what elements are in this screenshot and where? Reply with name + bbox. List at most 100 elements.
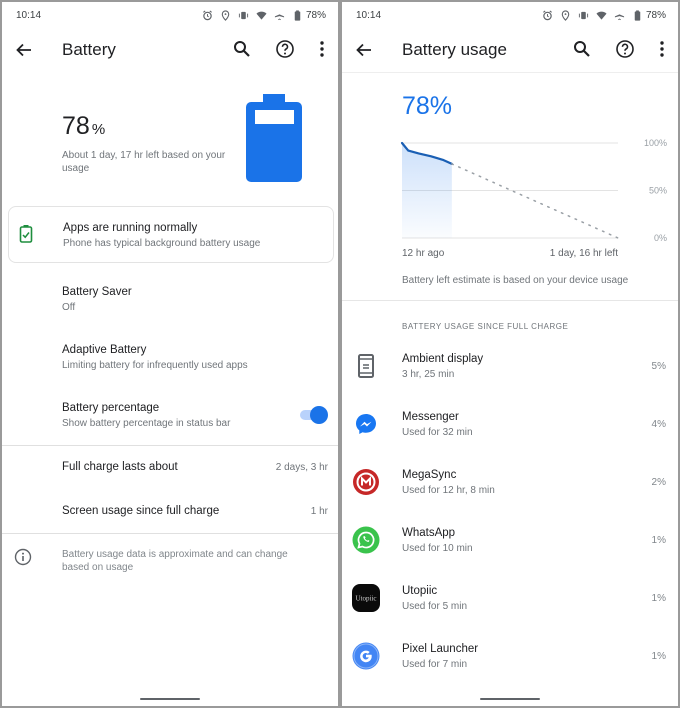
pixel-launcher-icon bbox=[352, 642, 380, 670]
section-header: BATTERY USAGE SINCE FULL CHARGE bbox=[402, 322, 569, 331]
app-usage-row[interactable]: MegaSync Used for 12 hr, 8 min 2% bbox=[342, 456, 678, 514]
location-icon bbox=[221, 9, 230, 21]
toggle-knob bbox=[310, 406, 328, 424]
more-options-icon[interactable] bbox=[312, 39, 332, 59]
app-usage-percent: 1% bbox=[651, 593, 666, 604]
help-icon[interactable] bbox=[615, 39, 635, 59]
battery-level-unit: % bbox=[91, 121, 106, 138]
y-tick-label: 100% bbox=[644, 138, 667, 148]
app-usage-row[interactable]: Pixel Launcher Used for 7 min 1% bbox=[342, 630, 678, 688]
status-bar: 10:14 78% bbox=[2, 2, 338, 28]
app-usage-detail: Used for 7 min bbox=[402, 659, 468, 670]
app-usage-row[interactable]: Utopiic Utopiic Used for 5 min 1% bbox=[342, 572, 678, 630]
y-tick-label: 50% bbox=[649, 186, 667, 196]
x-tick-label: 1 day, 16 hr left bbox=[550, 248, 618, 259]
history-area bbox=[402, 143, 452, 238]
app-name: Pixel Launcher bbox=[402, 643, 479, 655]
app-usage-row[interactable]: Messenger Used for 32 min 4% bbox=[342, 398, 678, 456]
airplane-icon bbox=[274, 10, 285, 20]
stat-value: 1 hr bbox=[310, 506, 328, 517]
battery-chart-section: 78% 100% 50% 0% 12 hr ago 1 day, 16 hr left … bbox=[342, 72, 678, 300]
stat-label: Full charge lasts about bbox=[62, 461, 178, 473]
setting-subtitle: Off bbox=[62, 302, 76, 313]
back-arrow-icon[interactable] bbox=[354, 40, 374, 60]
battery-icon bbox=[634, 9, 641, 21]
app-usage-row[interactable]: WhatsApp Used for 10 min 1% bbox=[342, 514, 678, 572]
battery-screen: 10:14 78% Battery 78% About 1 day, 17 hr… bbox=[2, 2, 338, 706]
app-name: Ambient display bbox=[402, 353, 484, 365]
chart-note: Battery left estimate is based on your d… bbox=[402, 275, 629, 286]
stat-label: Screen usage since full charge bbox=[62, 505, 220, 517]
battery-check-icon bbox=[19, 225, 33, 243]
location-icon bbox=[561, 9, 570, 21]
page-title: Battery bbox=[62, 40, 116, 59]
app-usage-detail: Used for 12 hr, 8 min bbox=[402, 485, 495, 496]
battery-level-chart: 100% 50% 0% 12 hr ago 1 day, 16 hr left bbox=[400, 138, 667, 259]
app-usage-percent: 2% bbox=[651, 477, 666, 488]
gesture-nav-bar[interactable] bbox=[140, 698, 200, 700]
large-battery-icon bbox=[246, 94, 302, 182]
battery-icon bbox=[294, 9, 301, 21]
app-bar: Battery usage bbox=[342, 28, 678, 72]
alarm-icon bbox=[203, 10, 212, 20]
app-usage-percent: 1% bbox=[651, 651, 666, 662]
projection-line bbox=[451, 163, 619, 239]
page-title: Battery usage bbox=[402, 40, 507, 59]
ambient-display-icon bbox=[358, 354, 374, 378]
apps-status-card[interactable]: Apps are running normally Phone has typi… bbox=[8, 206, 334, 263]
y-tick-label: 0% bbox=[654, 233, 667, 243]
stat-value: 2 days, 3 hr bbox=[275, 462, 328, 473]
app-usage-percent: 4% bbox=[651, 419, 666, 430]
x-tick-label: 12 hr ago bbox=[402, 248, 445, 259]
battery-estimate: About 1 day, 17 hr left based on your us… bbox=[62, 150, 226, 174]
battery-summary: 78% About 1 day, 17 hr left based on you… bbox=[2, 72, 338, 207]
gesture-nav-bar[interactable] bbox=[480, 698, 540, 700]
setting-title: Adaptive Battery bbox=[62, 344, 147, 356]
search-icon[interactable] bbox=[572, 39, 592, 59]
setting-subtitle: Show battery percentage in status bar bbox=[62, 418, 231, 429]
app-usage-detail: Used for 32 min bbox=[402, 427, 473, 438]
status-battery-percent: 78% bbox=[305, 9, 326, 21]
vibrate-icon bbox=[238, 11, 249, 19]
divider bbox=[342, 300, 678, 301]
search-icon[interactable] bbox=[232, 39, 252, 59]
help-icon[interactable] bbox=[275, 39, 295, 59]
setting-battery-percentage[interactable]: Battery percentage Show battery percenta… bbox=[2, 396, 338, 440]
alarm-icon bbox=[543, 10, 552, 20]
setting-adaptive-battery[interactable]: Adaptive Battery Limiting battery for in… bbox=[2, 338, 338, 382]
back-arrow-icon[interactable] bbox=[14, 40, 34, 60]
divider bbox=[2, 445, 338, 446]
battery-percentage-toggle[interactable] bbox=[300, 406, 328, 424]
svg-text:Utopiic: Utopiic bbox=[356, 595, 377, 603]
status-time: 10:14 bbox=[16, 9, 42, 21]
megasync-icon bbox=[353, 469, 379, 495]
app-name: MegaSync bbox=[402, 469, 457, 481]
app-usage-percent: 5% bbox=[651, 361, 666, 372]
stat-full-charge: Full charge lasts about 2 days, 3 hr bbox=[2, 454, 338, 484]
battery-level: 78% bbox=[62, 112, 105, 141]
more-options-icon[interactable] bbox=[652, 39, 672, 59]
app-name: Utopiic bbox=[402, 585, 438, 597]
whatsapp-icon bbox=[352, 526, 380, 554]
wifi-icon bbox=[596, 11, 607, 20]
battery-usage-screen: 10:14 78% Battery usage 78% 100% 50% 0% … bbox=[342, 2, 678, 706]
app-name: WhatsApp bbox=[402, 527, 456, 539]
vibrate-icon bbox=[578, 11, 589, 19]
wifi-icon bbox=[256, 11, 267, 20]
info-text: Battery usage data is approximate and ca… bbox=[62, 549, 288, 573]
app-usage-percent: 1% bbox=[651, 535, 666, 546]
status-battery-percent: 78% bbox=[645, 9, 666, 21]
messenger-icon bbox=[356, 414, 376, 434]
battery-level-value: 78 bbox=[62, 112, 90, 140]
airplane-icon bbox=[614, 10, 625, 20]
status-bar: 10:14 78% bbox=[342, 2, 678, 28]
app-usage-detail: 3 hr, 25 min bbox=[402, 369, 455, 380]
setting-title: Battery Saver bbox=[62, 286, 132, 298]
app-bar: Battery bbox=[2, 28, 338, 72]
app-usage-row[interactable]: Ambient display 3 hr, 25 min 5% bbox=[342, 340, 678, 398]
setting-battery-saver[interactable]: Battery Saver Off bbox=[2, 280, 338, 324]
setting-subtitle: Limiting battery for infrequently used a… bbox=[62, 360, 248, 371]
card-title: Apps are running normally bbox=[63, 222, 198, 234]
status-time: 10:14 bbox=[356, 9, 382, 21]
app-usage-detail: Used for 10 min bbox=[402, 543, 473, 554]
